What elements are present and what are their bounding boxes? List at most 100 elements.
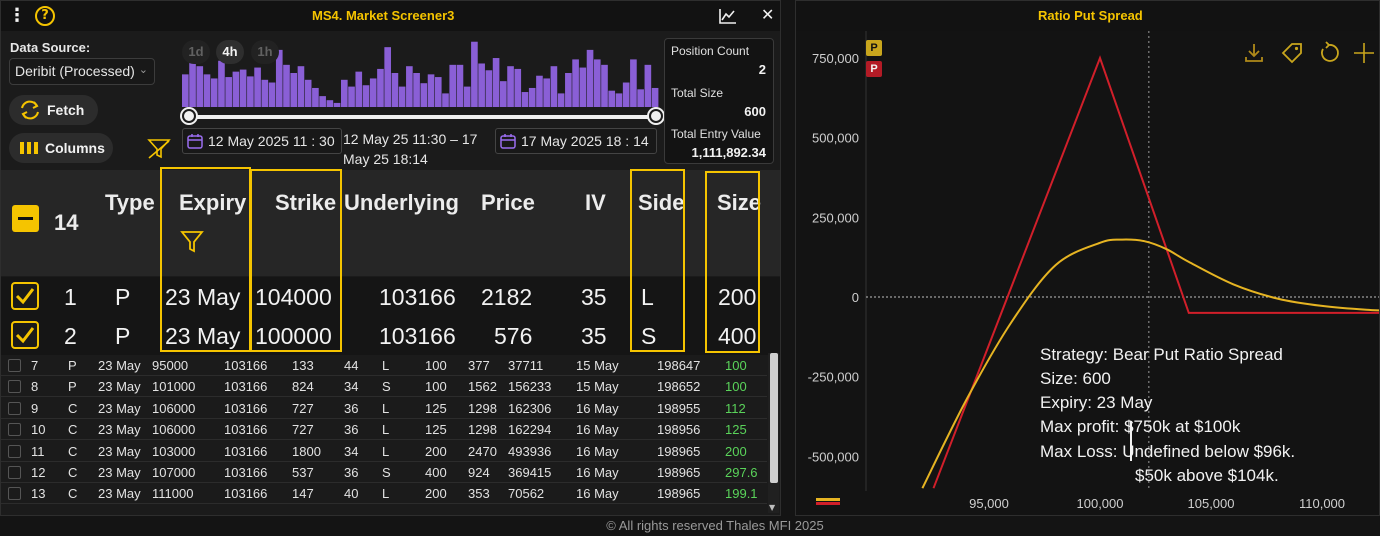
histogram-bar [434,77,442,107]
table-row[interactable]: 11 C 23 May 103000 103166 1800 34 L 200 2470 49393… [1,441,767,462]
column-header-iv[interactable]: IV [585,190,606,216]
slider-end-handle[interactable] [649,109,663,123]
end-date-input[interactable]: 17 May 2025 18 : 14 [495,128,657,154]
end-date-value: 17 May 2025 18 : 14 [521,133,649,149]
row-strike: 111000 [152,486,194,502]
row-checkbox[interactable] [11,321,39,349]
position-count-value: 2 [758,62,766,77]
row-price: 147 [292,486,314,502]
row-checkbox[interactable] [8,401,21,415]
y-tick-label: 750,000 [812,51,859,66]
market-screener-panel: ⋮ ? MS4. Market Screener3 ✕ Data Source:… [0,0,781,516]
columns-button[interactable]: Columns [9,133,113,163]
table-row[interactable]: 8 P 23 May 101000 103166 824 34 S 100 1562 156233 1… [1,376,767,398]
x-tick-label: 100,000 [1077,496,1124,511]
histogram-bar [565,73,572,107]
column-header-price[interactable]: Price [481,190,535,216]
column-header-type[interactable]: Type [105,190,155,216]
histogram-bar [348,86,355,107]
row-type: P [68,379,77,395]
histogram-bar [413,73,420,107]
screener-header: ⋮ ? MS4. Market Screener3 ✕ [1,1,780,31]
legend-badge-expiry[interactable]: P [866,61,882,77]
row-price: 824 [292,379,314,395]
copyright-footer: © All rights reserved Thales MFI 2025 [606,518,824,533]
download-icon[interactable] [1242,41,1266,65]
data-source-select[interactable]: Deribit (Processed) ⌄ [9,58,155,85]
scrollbar-thumb[interactable] [770,353,778,483]
legend-badge-current[interactable]: P [866,40,882,56]
row-checkbox[interactable] [8,487,21,501]
row-side: S [382,379,391,395]
row-underlying: 103166 [224,400,268,416]
column-header-strike[interactable]: Strike [275,190,336,216]
slider-start-handle[interactable] [182,109,196,123]
table-row[interactable]: 12 C 23 May 107000 103166 537 36 S 400 924 369415 1… [1,462,767,483]
row-quantity: 200 [425,486,447,502]
close-icon[interactable]: ✕ [761,5,777,25]
strategy-text: Strategy: Bear Put Ratio Spread [1040,345,1283,364]
histogram-bar [254,67,261,107]
range-4h-button[interactable]: 4h [216,40,244,64]
table-row[interactable]: 13 C 23 May 111000 103166 147 40 L 200 353 70562 16… [1,483,767,505]
row-strike: 106000 [152,400,196,416]
filter-icon[interactable] [180,229,204,253]
histogram-bar [536,75,543,107]
payoff-chart[interactable]: -500,000 -250,000 0 250,000 500,000 750,000 95… [796,1,1380,516]
row-checkbox[interactable] [8,380,21,394]
row-checkbox[interactable] [8,466,21,479]
row-id: 198965 [657,443,701,459]
row-checkbox[interactable] [8,423,21,437]
row-side: S [641,323,657,349]
fetch-button[interactable]: Fetch [9,95,98,125]
row-number: 11 [31,443,45,459]
row-side: L [382,443,390,459]
time-range-slider[interactable] [188,115,657,119]
row-checkbox[interactable] [8,359,21,372]
table-row[interactable]: 1 P 23 May 104000 103166 2182 35 L 200 [1,277,780,316]
histogram-bar [203,74,211,107]
row-id: 198965 [657,465,701,480]
histogram-bar [398,86,406,107]
table-header [1,170,780,276]
range-1h-button[interactable]: 1h [251,40,279,64]
row-size: 400 [718,323,757,349]
reset-icon[interactable] [1317,41,1341,65]
histogram-bar [283,64,290,107]
kebab-menu-icon[interactable]: ⋮ [7,6,27,26]
histogram-bar [225,77,232,107]
row-number: 12 [31,465,46,480]
clear-filter-icon[interactable] [147,138,171,160]
table-row[interactable]: 9 C 23 May 106000 103166 727 36 L 125 1298 162306 1… [1,398,767,419]
scroll-down-icon[interactable]: ▼ [769,503,775,512]
row-value: 493936 [508,443,552,459]
table-row[interactable]: 7 P 23 May 95000 103166 133 44 L 100 377 37711 15 M… [1,355,767,376]
line-chart-icon[interactable] [719,8,737,24]
checkmark-icon [15,288,35,305]
chevron-down-icon: ⌄ [138,64,148,76]
row-value: 162294 [508,422,552,438]
range-1d-button[interactable]: 1d [182,40,210,64]
row-iv: 44 [344,358,359,373]
row-side: L [641,284,654,310]
histogram-bar [290,73,298,107]
table-row[interactable]: 10 C 23 May 106000 103166 727 36 L 125 1298 162294… [1,419,767,441]
row-premium: 1298 [468,400,497,416]
tag-icon[interactable] [1280,41,1304,65]
table-row[interactable]: 2 P 23 May 100000 103166 576 35 S 400 [1,316,780,355]
histogram-bar [312,87,319,107]
column-header-expiry[interactable]: Expiry [179,190,246,216]
start-date-input[interactable]: 12 May 2025 11 : 30 [182,128,342,154]
deselect-all-checkbox[interactable] [12,205,39,232]
help-icon[interactable]: ? [35,6,55,26]
row-side: L [382,422,390,438]
histogram-bar [644,64,652,107]
crosshair-icon[interactable] [1352,41,1376,65]
column-header-underlying[interactable]: Underlying [344,190,459,216]
column-header-size[interactable]: Size [717,190,761,216]
column-header-side[interactable]: Side [638,190,684,216]
row-number: 13 [31,486,46,502]
row-checkbox[interactable] [8,444,21,458]
row-type: C [68,486,78,502]
row-checkbox[interactable] [11,282,39,310]
